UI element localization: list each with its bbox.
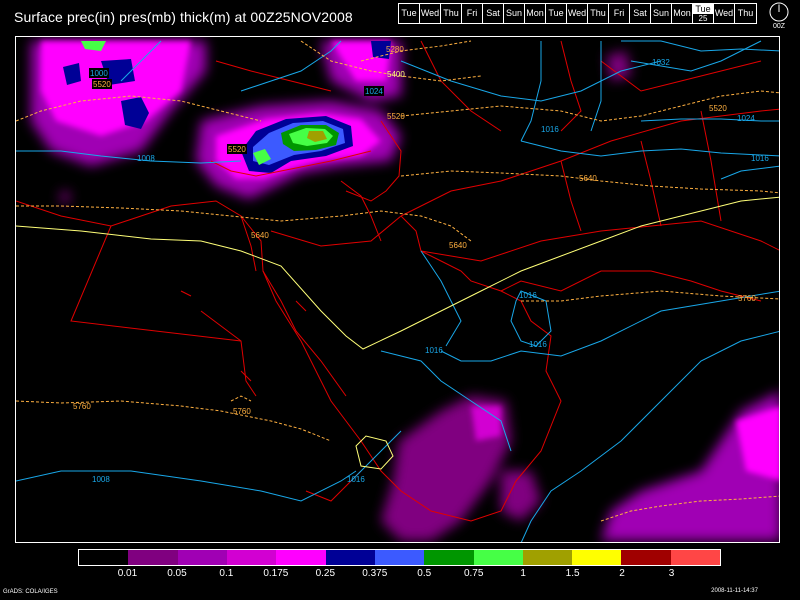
pressure-label: 1016 bbox=[541, 125, 559, 134]
pressure-label: 1016 bbox=[751, 154, 769, 163]
thickness-label: 5640 bbox=[579, 174, 597, 183]
legend-swatch bbox=[572, 550, 622, 565]
legend-swatch bbox=[128, 550, 178, 565]
legend-swatch bbox=[79, 550, 129, 565]
day-cell-date: 25 bbox=[693, 14, 713, 23]
day-cell[interactable]: Sat bbox=[630, 4, 651, 23]
weather-map: 1000 5520 1008 5520 5280 5400 1024 5520 … bbox=[15, 36, 780, 543]
pressure-label: 1008 bbox=[92, 475, 110, 484]
day-cell[interactable]: Sun bbox=[504, 4, 525, 23]
thickness-label: 5760 bbox=[738, 294, 756, 303]
thickness-label: 5520 bbox=[709, 104, 727, 113]
legend-swatch bbox=[670, 550, 721, 565]
legend-tick-label: 0.5 bbox=[417, 568, 432, 579]
day-cell[interactable]: Tue bbox=[399, 4, 420, 23]
day-cell[interactable]: Fri bbox=[462, 4, 483, 23]
legend-tick-label: 1 bbox=[520, 568, 526, 579]
precip-shading bbox=[31, 41, 779, 541]
legend-tick-label: 0.05 bbox=[167, 568, 187, 579]
footer-timestamp: 2008-11-11-14:37 bbox=[711, 588, 758, 594]
day-cell-label: Tue bbox=[695, 4, 711, 14]
thickness-label: 5520 bbox=[228, 145, 246, 154]
day-cell[interactable]: Mon bbox=[672, 4, 693, 23]
legend-tick-label: 0.1 bbox=[219, 568, 234, 579]
legend-tick-label: 0.01 bbox=[117, 568, 138, 579]
legend-swatch bbox=[325, 550, 375, 565]
clock-label: 00Z bbox=[772, 23, 786, 30]
precip-core-nw bbox=[41, 41, 191, 136]
legend-swatch bbox=[522, 550, 573, 565]
day-cell[interactable]: Sun bbox=[651, 4, 672, 23]
legend-tick-label: 0.175 bbox=[263, 568, 289, 579]
legend-tick-label: 0.75 bbox=[463, 568, 484, 579]
legend-swatch bbox=[226, 550, 277, 565]
pressure-label: 1032 bbox=[652, 58, 670, 67]
day-cell[interactable]: Wed bbox=[567, 4, 588, 23]
day-cell[interactable]: Thu bbox=[735, 4, 756, 23]
day-cell[interactable]: Tue bbox=[546, 4, 567, 23]
pressure-label: 1008 bbox=[137, 154, 155, 163]
legend-tick-label: 3 bbox=[668, 568, 675, 579]
precip-spot bbox=[60, 191, 70, 203]
legend-tick-label: 0.25 bbox=[315, 568, 336, 579]
legend-swatch bbox=[276, 550, 326, 565]
pressure-label: 1016 bbox=[347, 475, 365, 484]
thickness-label: 5640 bbox=[449, 241, 467, 250]
legend-swatch bbox=[177, 550, 227, 565]
thickness-label: 5640 bbox=[251, 231, 269, 240]
contour-labels: 1000 5520 1008 5520 5280 5400 1024 5520 … bbox=[73, 45, 769, 484]
day-cell[interactable]: Thu bbox=[441, 4, 462, 23]
day-cell-current[interactable]: Tue 25 bbox=[693, 4, 714, 23]
thickness-label: 5760 bbox=[73, 402, 91, 411]
legend-tick-label: 1.5 bbox=[565, 568, 580, 579]
thickness-label: 5520 bbox=[93, 80, 111, 89]
pressure-label: 1016 bbox=[425, 346, 443, 355]
thickness-label: 5280 bbox=[386, 45, 404, 54]
map-title: Surface prec(in) pres(mb) thick(m) at 00… bbox=[14, 9, 353, 25]
day-selector[interactable]: Tue Wed Thu Fri Sat Sun Mon Tue Wed Thu … bbox=[398, 3, 757, 24]
thickness-label: 5400 bbox=[387, 70, 405, 79]
footer-credit: GrADS: COLA/IGES bbox=[3, 589, 58, 595]
legend-swatch bbox=[621, 550, 671, 565]
legend-ticks: 0.01 0.05 0.1 0.175 0.25 0.375 0.5 0.75 1 1.5 2 3 bbox=[78, 568, 721, 582]
legend-swatch bbox=[473, 550, 523, 565]
color-legend bbox=[78, 549, 721, 566]
day-cell[interactable]: Wed bbox=[420, 4, 441, 23]
day-cell[interactable]: Mon bbox=[525, 4, 546, 23]
pressure-label: 1000 bbox=[90, 69, 108, 78]
day-cell[interactable]: Thu bbox=[588, 4, 609, 23]
pressure-label: 1024 bbox=[737, 114, 755, 123]
legend-tick-label: 2 bbox=[619, 568, 625, 579]
pressure-label: 1016 bbox=[529, 340, 547, 349]
day-cell[interactable]: Sat bbox=[483, 4, 504, 23]
legend-swatch bbox=[374, 550, 425, 565]
map-canvas: 1000 5520 1008 5520 5280 5400 1024 5520 … bbox=[16, 40, 779, 542]
day-cell[interactable]: Fri bbox=[609, 4, 630, 23]
legend-swatch bbox=[424, 550, 474, 565]
thickness-label: 5760 bbox=[233, 407, 251, 416]
pressure-label: 1024 bbox=[365, 87, 383, 96]
day-cell[interactable]: Wed bbox=[714, 4, 735, 23]
thickness-label: 5520 bbox=[387, 112, 405, 121]
pressure-label: 1016 bbox=[519, 291, 537, 300]
precip-area-arabia-south bbox=[501, 471, 541, 521]
legend-tick-label: 0.375 bbox=[362, 568, 388, 579]
